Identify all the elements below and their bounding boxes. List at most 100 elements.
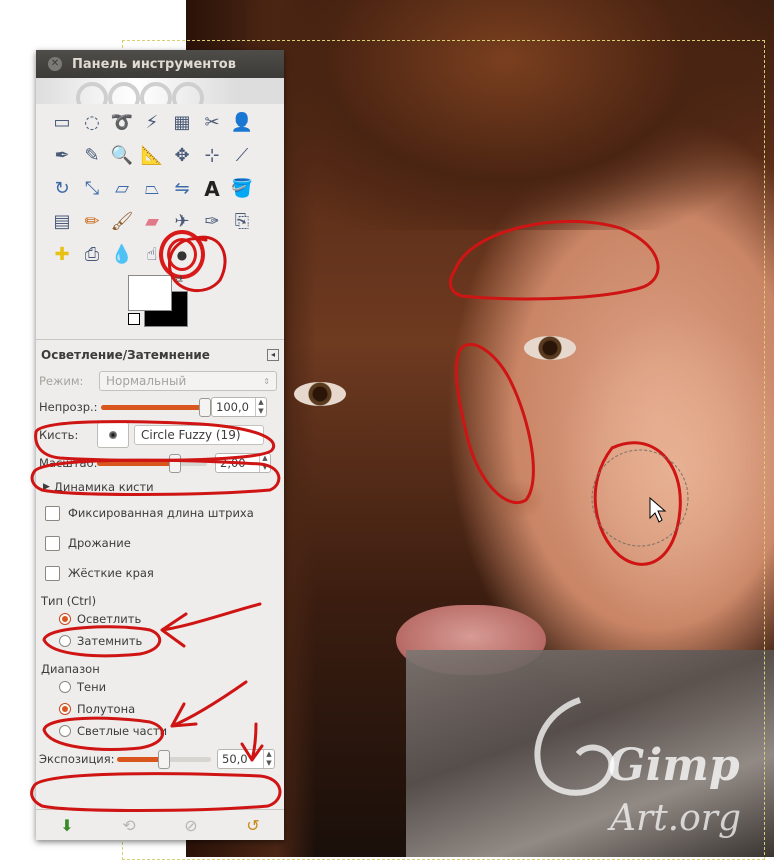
pencil-icon[interactable]: ✏ xyxy=(77,205,107,238)
mode-label: Режим: xyxy=(39,374,84,388)
scale-value: 2,00 xyxy=(220,456,246,470)
wilber-banner[interactable] xyxy=(36,78,284,104)
opacity-spinbox[interactable]: 100,0 ▲ ▼ xyxy=(211,397,267,417)
exposure-spinbox[interactable]: 50,0 ▲ ▼ xyxy=(217,749,275,769)
brush-shape-icon xyxy=(109,431,117,439)
scale-slider-knob[interactable] xyxy=(169,453,182,473)
blend-icon[interactable]: ▤ xyxy=(47,205,77,238)
dynamics-label[interactable]: Динамика кисти xyxy=(54,480,154,494)
type-radio-1[interactable] xyxy=(59,635,71,647)
range-option-2[interactable]: Светлые части xyxy=(39,720,281,742)
opacity-slider-fill xyxy=(101,404,205,410)
close-icon[interactable]: ✕ xyxy=(48,57,62,71)
reset-options-icon[interactable]: ↺ xyxy=(246,816,259,835)
perspective-icon[interactable]: ⏢ xyxy=(137,172,167,205)
heal-icon[interactable]: ✚ xyxy=(47,238,77,271)
type-label-0: Осветлить xyxy=(77,612,142,626)
scale-spinbox[interactable]: 2,00 ▲ ▼ xyxy=(215,453,271,473)
spin-arrows-icon[interactable]: ▲ ▼ xyxy=(263,750,274,768)
exposure-value: 50,0 xyxy=(222,752,248,766)
ink-icon[interactable]: ✑ xyxy=(197,205,227,238)
opacity-value: 100,0 xyxy=(216,400,249,414)
range-radio-2[interactable] xyxy=(59,725,71,737)
exposure-slider-fill xyxy=(117,756,164,762)
foreground-select-icon[interactable]: 👤 xyxy=(227,106,257,139)
right-eye xyxy=(524,336,576,360)
type-option-1[interactable]: Затемнить xyxy=(39,630,281,652)
range-option-1[interactable]: Полутона xyxy=(39,698,281,720)
text-icon[interactable]: A xyxy=(197,172,227,205)
fuzzy-select-icon[interactable]: ⚡ xyxy=(137,106,167,139)
brush-label: Кисть: xyxy=(39,428,79,442)
align-icon[interactable]: ⊹ xyxy=(197,139,227,172)
delete-options-icon[interactable]: ⊘ xyxy=(184,816,197,835)
spin-arrows-icon[interactable]: ▲ ▼ xyxy=(259,454,270,472)
exposure-slider-knob[interactable] xyxy=(158,749,170,769)
color-select-icon[interactable]: ▦ xyxy=(167,106,197,139)
dodge-burn-icon[interactable]: ● xyxy=(159,230,205,279)
fixed-stroke-label[interactable]: Фиксированная длина штриха xyxy=(68,506,254,520)
options-bottom-bar: ⬇ ⟲ ⊘ ↺ xyxy=(36,809,284,840)
brush-select[interactable]: Circle Fuzzy (19) xyxy=(134,425,264,445)
blur-icon[interactable]: 💧 xyxy=(107,238,137,271)
mode-select[interactable]: Нормальный ⇕ xyxy=(99,371,277,391)
range-option-0[interactable]: Тени xyxy=(39,676,281,698)
ellipse-select-icon[interactable]: ◌ xyxy=(77,106,107,139)
type-radio-0[interactable] xyxy=(59,613,71,625)
save-options-icon[interactable]: ⬇ xyxy=(60,816,73,835)
range-label-2: Светлые части xyxy=(77,724,168,738)
opacity-slider-knob[interactable] xyxy=(199,397,211,417)
foreground-color-swatch[interactable] xyxy=(128,275,172,311)
perspective-clone-icon[interactable]: ⎙ xyxy=(77,238,107,271)
tool-options-title: Осветление/Затемнение xyxy=(41,348,210,362)
hard-edges-checkbox[interactable] xyxy=(45,565,60,581)
lasso-icon[interactable]: ➰ xyxy=(107,106,137,139)
eraser-icon[interactable]: ▰ xyxy=(137,205,167,238)
shear-icon[interactable]: ▱ xyxy=(107,172,137,205)
toolbox-title: Панель инструментов xyxy=(72,56,236,72)
toolbox-titlebar[interactable]: ✕ Панель инструментов xyxy=(36,50,284,78)
move-icon[interactable]: ✥ xyxy=(167,139,197,172)
exposure-label: Экспозиция: xyxy=(39,752,115,766)
jitter-checkbox[interactable] xyxy=(45,535,60,551)
default-colors-icon[interactable] xyxy=(128,313,140,325)
scissors-icon[interactable]: ✂ xyxy=(197,106,227,139)
brush-preview[interactable] xyxy=(97,422,129,448)
panel-menu-icon[interactable]: ◂ xyxy=(267,349,279,361)
restore-options-icon[interactable]: ⟲ xyxy=(122,816,135,835)
measure-icon[interactable]: 📐 xyxy=(137,139,167,172)
rect-select-icon[interactable]: ▭ xyxy=(47,106,77,139)
range-radio-0[interactable] xyxy=(59,681,71,693)
fixed-stroke-checkbox[interactable] xyxy=(45,505,60,521)
scale-slider[interactable] xyxy=(97,453,207,473)
toolbox-window: ✕ Панель инструментов ▭ ◌ ➰ ⚡ ▦ ✂ 👤 ✒ ✎ 🔍 📐 ✥ ⊹ ⟋ ↻ ⤡ ▱ ⏢… xyxy=(36,50,284,840)
hard-edges-label[interactable]: Жёсткие края xyxy=(68,566,154,580)
exposure-slider[interactable] xyxy=(117,749,211,769)
left-eye xyxy=(294,382,346,406)
opacity-slider[interactable] xyxy=(101,397,211,417)
type-option-0[interactable]: Осветлить xyxy=(39,608,281,630)
paintbrush-icon[interactable]: 🖌 xyxy=(107,205,137,238)
scale-icon[interactable]: ⤡ xyxy=(77,172,107,205)
combo-arrow-icon: ⇕ xyxy=(263,376,270,386)
range-radio-group: Тени Полутона Светлые части xyxy=(39,676,281,742)
clone-icon[interactable]: ⎘ xyxy=(227,205,257,238)
spin-arrows-icon[interactable]: ▲ ▼ xyxy=(255,398,266,416)
jitter-label[interactable]: Дрожание xyxy=(68,536,131,550)
paths-icon[interactable]: ✒ xyxy=(47,139,77,172)
type-radio-group: Осветлить Затемнить xyxy=(39,608,281,652)
expander-arrow-icon[interactable]: ▶ xyxy=(43,482,50,492)
type-label-1: Затемнить xyxy=(77,634,143,648)
rotate-icon[interactable]: ↻ xyxy=(47,172,77,205)
range-label-0: Тени xyxy=(77,680,107,694)
mode-value: Нормальный xyxy=(106,374,187,388)
zoom-icon[interactable]: 🔍 xyxy=(107,139,137,172)
range-radio-1[interactable] xyxy=(59,703,71,715)
swap-colors-icon[interactable]: ⇄ xyxy=(174,273,183,286)
crop-icon[interactable]: ⟋ xyxy=(227,139,257,172)
brush-value: Circle Fuzzy (19) xyxy=(141,428,241,442)
range-label-1: Полутона xyxy=(77,702,136,716)
flip-icon[interactable]: ⇋ xyxy=(167,172,197,205)
color-picker-icon[interactable]: ✎ xyxy=(77,139,107,172)
bucket-fill-icon[interactable]: 🪣 xyxy=(227,172,257,205)
